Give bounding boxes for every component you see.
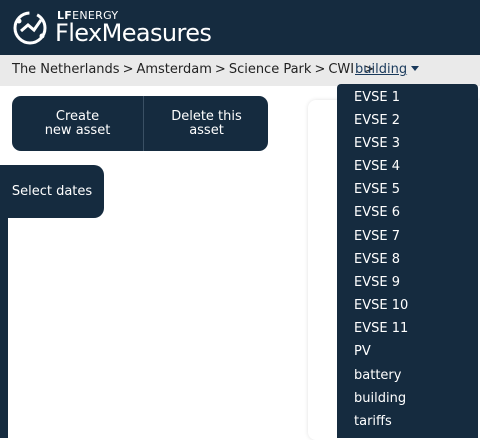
breadcrumb-separator: > bbox=[122, 62, 134, 77]
select-dates-label: Select dates bbox=[11, 184, 93, 199]
menu-item-tariffs[interactable]: tariffs bbox=[354, 414, 392, 429]
menu-item-building[interactable]: building bbox=[354, 391, 406, 406]
breadcrumb: The Netherlands > Amsterdam > Science Park > C… bbox=[0, 55, 480, 86]
menu-item-evse-8[interactable]: EVSE 8 bbox=[354, 252, 400, 267]
create-asset-label-line2: new asset bbox=[44, 122, 111, 138]
menu-item-evse-2[interactable]: EVSE 2 bbox=[354, 113, 400, 128]
menu-item-evse-6[interactable]: EVSE 6 bbox=[354, 205, 400, 220]
menu-item-evse-7[interactable]: EVSE 7 bbox=[354, 229, 400, 244]
breadcrumb-separator: > bbox=[214, 62, 226, 77]
breadcrumb-current-dropdown[interactable]: building bbox=[355, 62, 420, 77]
delete-asset-label-line1: Delete this bbox=[171, 108, 242, 124]
breadcrumb-item-amsterdam[interactable]: Amsterdam bbox=[136, 62, 211, 77]
menu-item-evse-11[interactable]: EVSE 11 bbox=[354, 321, 408, 336]
brand-title[interactable]: FlexMeasures bbox=[55, 19, 212, 47]
menu-item-evse-5[interactable]: EVSE 5 bbox=[354, 182, 400, 197]
create-asset-label: Create new asset bbox=[44, 108, 111, 138]
asset-action-buttons: Create new asset Delete this asset bbox=[12, 96, 268, 151]
breadcrumb-trail: The Netherlands > Amsterdam > Science Park > C… bbox=[12, 62, 377, 77]
menu-item-evse-4[interactable]: EVSE 4 bbox=[354, 159, 400, 174]
create-asset-label-line1: Create bbox=[55, 108, 100, 124]
menu-item-pv[interactable]: PV bbox=[354, 344, 371, 359]
breadcrumb-item-netherlands[interactable]: The Netherlands bbox=[12, 62, 120, 77]
menu-item-evse-9[interactable]: EVSE 9 bbox=[354, 275, 400, 290]
left-panel-strip bbox=[0, 218, 8, 438]
menu-item-evse-10[interactable]: EVSE 10 bbox=[354, 298, 408, 313]
delete-asset-button[interactable]: Delete this asset bbox=[143, 96, 268, 151]
create-asset-button[interactable]: Create new asset bbox=[12, 96, 143, 151]
select-dates-button[interactable]: Select dates bbox=[0, 165, 104, 218]
delete-asset-label-line2: asset bbox=[189, 122, 224, 138]
asset-dropdown-menu: EVSE 1 EVSE 2 EVSE 3 EVSE 4 EVSE 5 EVSE … bbox=[337, 84, 478, 438]
menu-item-evse-1[interactable]: EVSE 1 bbox=[354, 90, 400, 105]
flexmeasures-logo-icon[interactable] bbox=[11, 9, 49, 47]
breadcrumb-item-science-park[interactable]: Science Park bbox=[229, 62, 312, 77]
top-navbar: LFENERGY FlexMeasures bbox=[0, 0, 480, 55]
menu-item-battery[interactable]: battery bbox=[354, 368, 401, 383]
breadcrumb-separator: > bbox=[314, 62, 326, 77]
breadcrumb-item-cwi[interactable]: CWI bbox=[328, 62, 354, 77]
delete-asset-label: Delete this asset bbox=[171, 108, 242, 138]
caret-down-icon bbox=[411, 66, 420, 71]
breadcrumb-current-label: building bbox=[355, 62, 408, 77]
menu-item-evse-3[interactable]: EVSE 3 bbox=[354, 136, 400, 151]
